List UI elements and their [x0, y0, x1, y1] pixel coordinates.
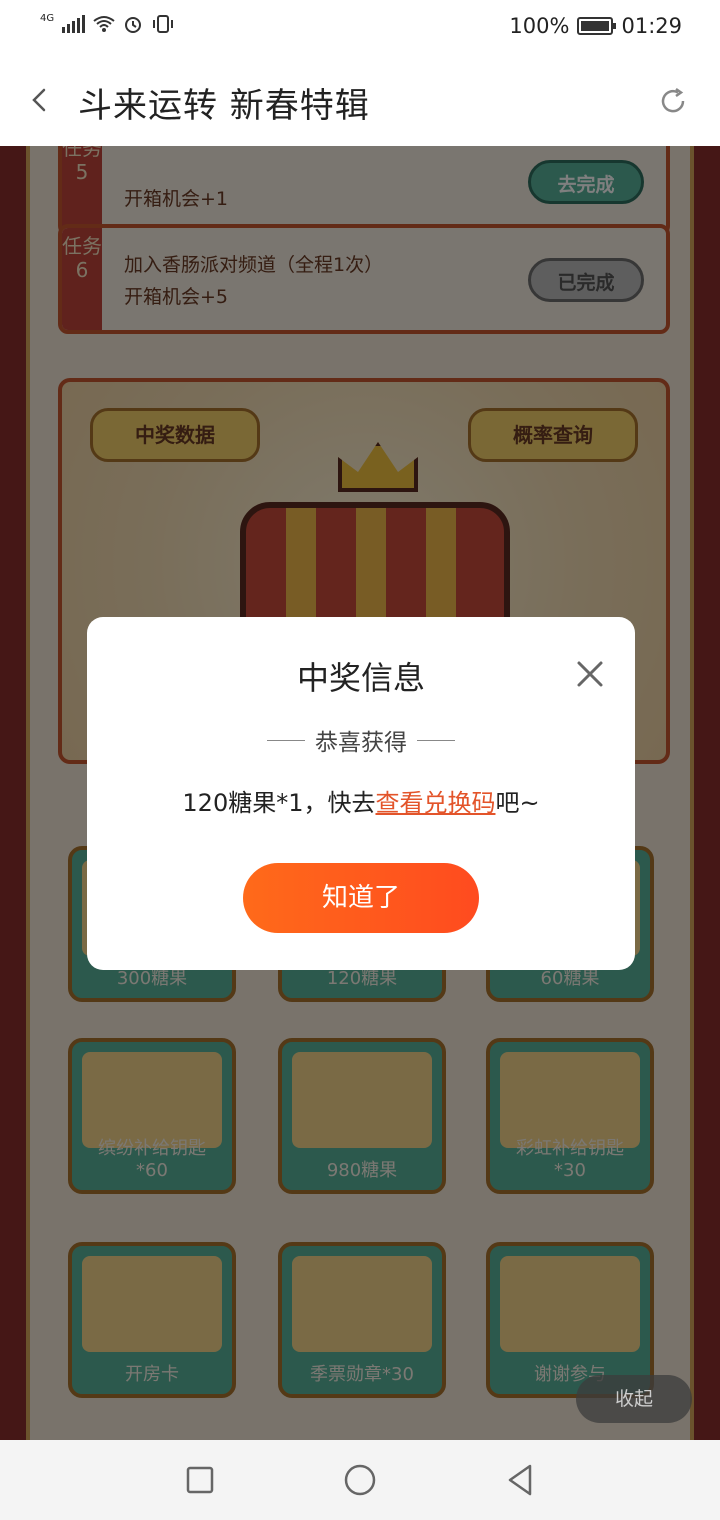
- collapse-button[interactable]: 收起: [576, 1375, 692, 1423]
- network-type: 4G: [40, 12, 55, 24]
- close-icon[interactable]: [575, 659, 605, 689]
- dialog-subtitle: 恭喜获得: [315, 730, 407, 756]
- divider-line: [267, 739, 305, 741]
- view-redeem-code-link[interactable]: 查看兑换码: [375, 789, 495, 817]
- app-bar: 斗来运转 新春特辑: [0, 56, 720, 146]
- alarm-icon: [125, 17, 142, 33]
- recent-apps-icon[interactable]: [180, 1460, 220, 1500]
- battery-icon: [577, 17, 617, 35]
- wifi-icon: [93, 16, 115, 32]
- message-prefix: 120糖果*1，快去: [182, 789, 376, 817]
- status-bar: 4G 100% 01:29: [0, 0, 720, 56]
- dialog-subtitle-row: 恭喜获得: [87, 723, 635, 757]
- message-suffix: 吧~: [495, 789, 540, 817]
- status-left: 4G: [40, 12, 175, 34]
- battery-percent: 100%: [509, 14, 570, 38]
- refresh-icon[interactable]: [656, 84, 690, 118]
- back-arrow-icon[interactable]: [22, 82, 58, 118]
- page-title: 斗来运转 新春特辑: [78, 86, 370, 126]
- dialog-title: 中奖信息: [296, 659, 425, 697]
- dialog-message: 120糖果*1，快去查看兑换码吧~: [87, 783, 635, 818]
- signal-icon: [62, 15, 86, 33]
- back-icon[interactable]: [500, 1460, 540, 1500]
- got-it-button[interactable]: 知道了: [243, 863, 479, 933]
- prize-info-dialog: 中奖信息 恭喜获得 120糖果*1，快去查看兑换码吧~ 知道了: [87, 617, 635, 970]
- status-right: 100% 01:29: [509, 14, 682, 38]
- divider-line: [417, 739, 455, 741]
- vibrate-icon: [153, 15, 174, 33]
- clock: 01:29: [621, 14, 682, 38]
- system-nav-bar: [0, 1440, 720, 1520]
- home-icon[interactable]: [340, 1460, 380, 1500]
